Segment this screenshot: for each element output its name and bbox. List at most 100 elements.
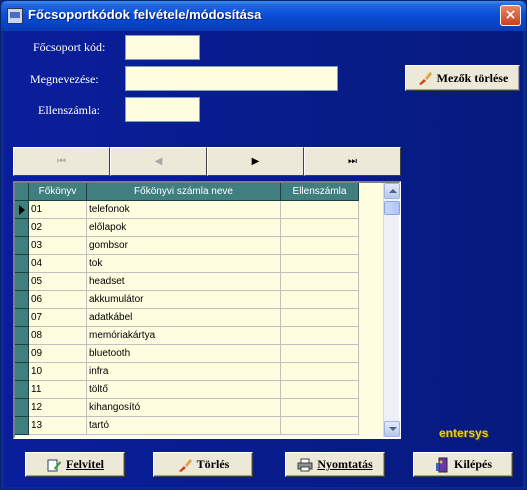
row-indicator[interactable] — [15, 417, 29, 435]
close-button[interactable]: × — [500, 5, 521, 26]
grid-header: Főkönyv Főkönyvi számla neve Ellenszámla — [15, 183, 359, 201]
printer-icon — [297, 457, 313, 473]
table-cell-name[interactable]: infra — [87, 363, 281, 381]
ellenszamla-label: Ellenszámla: — [38, 103, 100, 117]
nav-prev-button[interactable]: ◀ — [110, 147, 207, 176]
table-cell-ellen[interactable] — [281, 345, 359, 363]
nav-next-button[interactable]: ▶ — [207, 147, 304, 176]
table-cell-name[interactable]: akkumulátor — [87, 291, 281, 309]
row-indicator[interactable] — [15, 399, 29, 417]
column-header-nev[interactable]: Főkönyvi számla neve — [87, 183, 281, 201]
table-cell-code[interactable]: 11 — [29, 381, 87, 399]
table-cell-ellen[interactable] — [281, 219, 359, 237]
table-cell-name[interactable]: előlapok — [87, 219, 281, 237]
vertical-scrollbar[interactable] — [383, 183, 400, 437]
eraser-icon — [177, 457, 193, 473]
current-row-indicator-icon[interactable] — [15, 201, 29, 219]
table-row[interactable]: 04 tok — [15, 255, 359, 273]
table-cell-ellen[interactable] — [281, 327, 359, 345]
felvitel-button[interactable]: Felvitel — [25, 452, 125, 477]
scroll-down-button[interactable] — [384, 421, 400, 437]
table-row[interactable]: 08 memóriakártya — [15, 327, 359, 345]
table-cell-ellen[interactable] — [281, 201, 359, 219]
table-row[interactable]: 06 akkumulátor — [15, 291, 359, 309]
grid-body: Főkönyv Főkönyvi számla neve Ellenszámla… — [15, 183, 385, 437]
table-cell-code[interactable]: 05 — [29, 273, 87, 291]
data-grid[interactable]: Főkönyv Főkönyvi számla neve Ellenszámla… — [13, 181, 401, 439]
table-cell-name[interactable]: headset — [87, 273, 281, 291]
table-row[interactable]: 12 kihangosító — [15, 399, 359, 417]
table-cell-name[interactable]: memóriakártya — [87, 327, 281, 345]
table-cell-name[interactable]: adatkábel — [87, 309, 281, 327]
table-cell-code[interactable]: 01 — [29, 201, 87, 219]
record-navigator: ⏮ ◀ ▶ ⏭ — [13, 147, 401, 176]
table-row[interactable]: 11 töltő — [15, 381, 359, 399]
row-indicator[interactable] — [15, 255, 29, 273]
table-cell-code[interactable]: 10 — [29, 363, 87, 381]
table-cell-ellen[interactable] — [281, 309, 359, 327]
clear-fields-button[interactable]: Mezők törlése — [405, 65, 520, 91]
row-indicator[interactable] — [15, 273, 29, 291]
table-cell-ellen[interactable] — [281, 363, 359, 381]
table-cell-code[interactable]: 04 — [29, 255, 87, 273]
ellenszamla-input[interactable] — [125, 97, 200, 122]
table-row[interactable]: 03 gombsor — [15, 237, 359, 255]
table-cell-name[interactable]: telefonok — [87, 201, 281, 219]
table-cell-code[interactable]: 02 — [29, 219, 87, 237]
table-cell-code[interactable]: 08 — [29, 327, 87, 345]
table-row[interactable]: 07 adatkábel — [15, 309, 359, 327]
row-indicator[interactable] — [15, 327, 29, 345]
table-cell-name[interactable]: töltő — [87, 381, 281, 399]
table-cell-name[interactable]: gombsor — [87, 237, 281, 255]
table-cell-code[interactable]: 06 — [29, 291, 87, 309]
table-cell-name[interactable]: tartó — [87, 417, 281, 435]
torles-button[interactable]: Törlés — [153, 452, 253, 477]
brush-icon — [417, 70, 433, 86]
table-cell-name[interactable]: bluetooth — [87, 345, 281, 363]
scroll-thumb[interactable] — [384, 201, 400, 215]
table-row[interactable]: 02 előlapok — [15, 219, 359, 237]
row-indicator[interactable] — [15, 219, 29, 237]
table-row[interactable]: 09 bluetooth — [15, 345, 359, 363]
table-row[interactable]: 05 headset — [15, 273, 359, 291]
table-cell-ellen[interactable] — [281, 381, 359, 399]
megnevezes-input[interactable] — [125, 66, 338, 91]
table-row[interactable]: 10 infra — [15, 363, 359, 381]
main-window: Főcsoportkódok felvétele/módosítása × Fő… — [0, 0, 527, 490]
row-indicator[interactable] — [15, 381, 29, 399]
table-cell-ellen[interactable] — [281, 417, 359, 435]
row-indicator[interactable] — [15, 363, 29, 381]
table-cell-code[interactable]: 09 — [29, 345, 87, 363]
column-header-ellenszamla[interactable]: Ellenszámla — [281, 183, 359, 201]
row-indicator[interactable] — [15, 309, 29, 327]
table-row[interactable]: 01 telefonok — [15, 201, 359, 219]
title-bar[interactable]: Főcsoportkódok felvétele/módosítása × — [1, 1, 526, 31]
app-icon — [7, 8, 23, 24]
fokod-input[interactable] — [125, 35, 200, 60]
nav-first-button[interactable]: ⏮ — [13, 147, 110, 176]
column-header-fokonyv[interactable]: Főkönyv — [29, 183, 87, 201]
table-cell-ellen[interactable] — [281, 273, 359, 291]
table-row[interactable]: 13 tartó — [15, 417, 359, 435]
table-cell-ellen[interactable] — [281, 399, 359, 417]
table-cell-code[interactable]: 12 — [29, 399, 87, 417]
table-cell-code[interactable]: 03 — [29, 237, 87, 255]
fokod-label: Főcsoport kód: — [33, 40, 106, 54]
table-cell-name[interactable]: kihangosító — [87, 399, 281, 417]
megnevezes-label: Megnevezése: — [30, 72, 99, 86]
table-cell-ellen[interactable] — [281, 255, 359, 273]
table-cell-ellen[interactable] — [281, 291, 359, 309]
row-indicator[interactable] — [15, 345, 29, 363]
table-cell-code[interactable]: 13 — [29, 417, 87, 435]
scroll-up-button[interactable] — [384, 183, 400, 199]
kilepes-button[interactable]: Kilépés — [413, 452, 513, 477]
client-area: Főcsoport kód: Megnevezése: Ellenszámla:… — [4, 31, 523, 487]
brand-logo: entersys — [439, 426, 489, 440]
row-indicator[interactable] — [15, 237, 29, 255]
table-cell-code[interactable]: 07 — [29, 309, 87, 327]
table-cell-name[interactable]: tok — [87, 255, 281, 273]
row-indicator[interactable] — [15, 291, 29, 309]
nyomtatas-button[interactable]: Nyomtatás — [285, 452, 385, 477]
table-cell-ellen[interactable] — [281, 237, 359, 255]
nav-last-button[interactable]: ⏭ — [304, 147, 401, 176]
